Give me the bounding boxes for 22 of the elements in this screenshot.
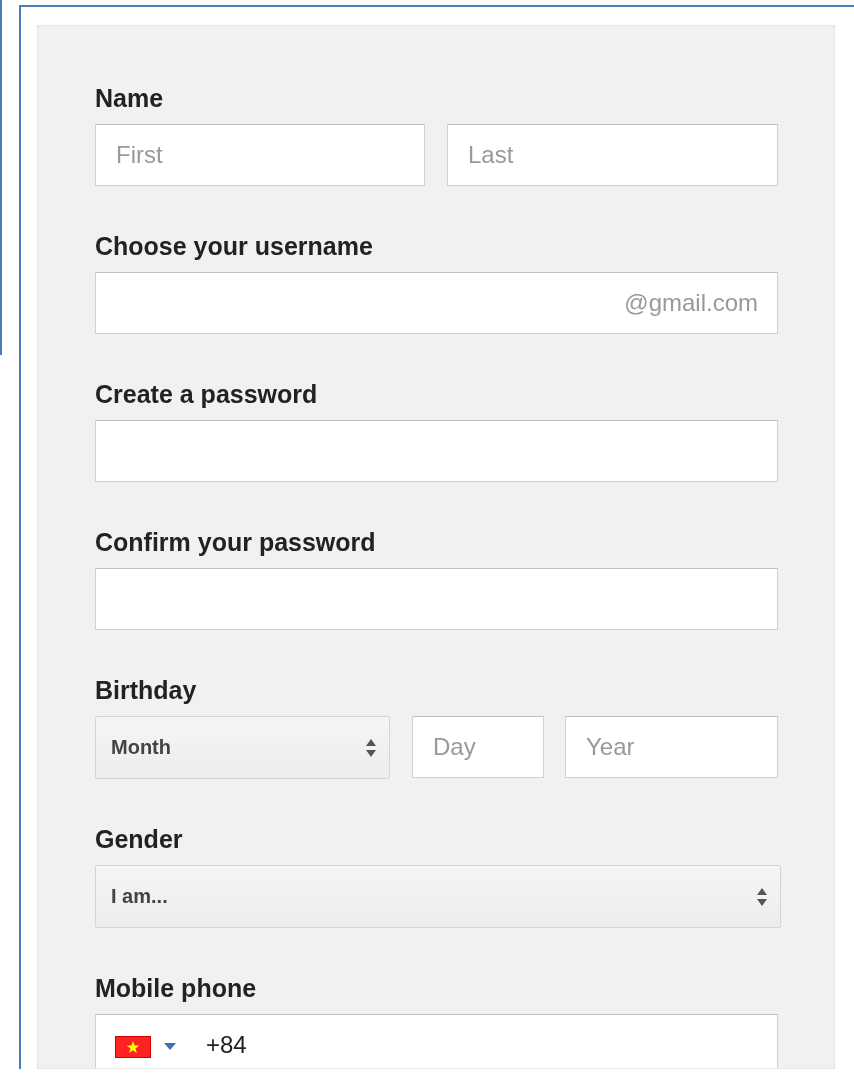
password-field[interactable] [95, 420, 778, 482]
field-label: Name [95, 83, 164, 113]
gender-select[interactable]: I am... [95, 865, 781, 928]
caret-icon[interactable] [164, 1043, 176, 1050]
field-label: Confirm your password [95, 527, 376, 557]
field-label: Birthday [95, 675, 197, 705]
updown-icon [365, 737, 377, 758]
year-field[interactable]: Year [565, 716, 778, 778]
day-field[interactable]: Day [412, 716, 544, 778]
flag-icon[interactable] [115, 1036, 151, 1058]
field-label: Gender [95, 824, 183, 854]
username-field[interactable] [95, 272, 778, 334]
field-label: Create a password [95, 379, 318, 409]
password-field[interactable] [95, 568, 778, 630]
phone-field[interactable]: +84 [95, 1014, 778, 1068]
field-label: Mobile phone [95, 973, 257, 1003]
month-select[interactable]: Month [95, 716, 390, 779]
field-label: Choose your username [95, 231, 373, 261]
first-name-field[interactable]: First [95, 124, 425, 186]
domain-suffix: @gmail.com [624, 289, 758, 317]
updown-icon [756, 886, 768, 907]
last-name-field[interactable]: Last [447, 124, 778, 186]
